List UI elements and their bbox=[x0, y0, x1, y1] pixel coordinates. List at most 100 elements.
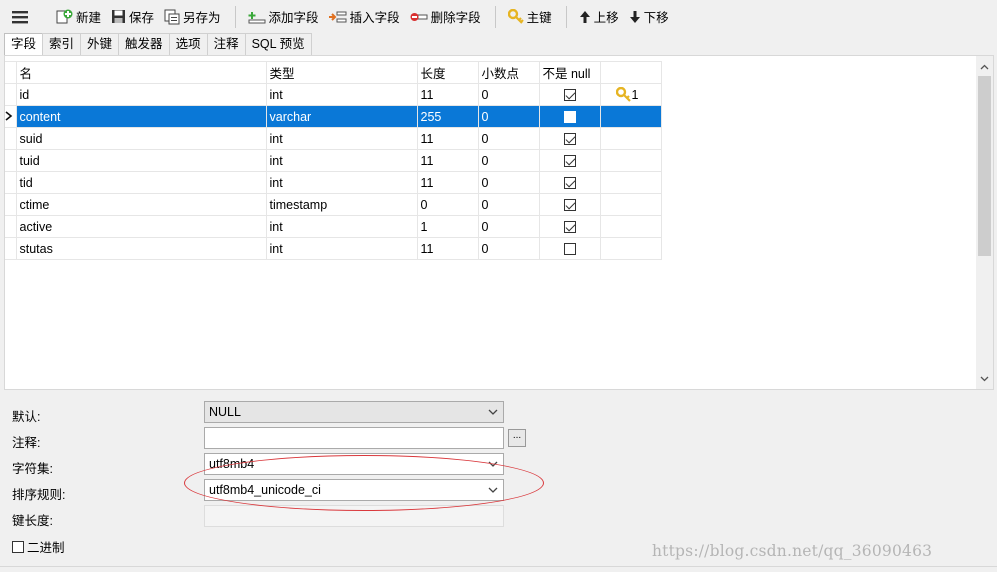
tab-sql-preview[interactable]: SQL 预览 bbox=[244, 33, 312, 55]
field-length-cell[interactable]: 1 bbox=[416, 215, 479, 238]
scroll-up-icon[interactable] bbox=[976, 58, 993, 75]
column-header-not-null[interactable]: 不是 null bbox=[538, 61, 601, 84]
not-null-cell[interactable] bbox=[538, 237, 601, 260]
field-decimals-cell[interactable]: 0 bbox=[477, 171, 540, 194]
field-name-cell[interactable]: tuid bbox=[15, 149, 267, 172]
move-down-button[interactable]: 下移 bbox=[625, 5, 673, 29]
key-cell bbox=[599, 215, 662, 238]
charset-select[interactable]: utf8mb4 bbox=[204, 453, 504, 475]
table-row[interactable]: id int 11 0 1 bbox=[5, 83, 662, 106]
not-null-checkbox[interactable] bbox=[563, 155, 576, 168]
field-type-cell[interactable]: int bbox=[265, 171, 418, 194]
primary-key-icon bbox=[615, 86, 631, 102]
table-row[interactable]: active int 1 0 bbox=[5, 215, 662, 238]
not-null-checkbox[interactable] bbox=[563, 243, 576, 256]
insert-field-button[interactable]: 插入字段 bbox=[325, 5, 404, 29]
binary-checkbox[interactable] bbox=[12, 540, 24, 553]
field-name-cell[interactable]: suid bbox=[15, 127, 267, 150]
not-null-checkbox[interactable] bbox=[563, 199, 576, 212]
field-name-cell[interactable]: ctime bbox=[15, 193, 267, 216]
collation-select[interactable]: utf8mb4_unicode_ci bbox=[204, 479, 504, 501]
field-type-cell[interactable]: int bbox=[265, 83, 418, 106]
add-field-label: 添加字段 bbox=[268, 11, 319, 25]
field-decimals-cell[interactable]: 0 bbox=[477, 127, 540, 150]
scroll-down-icon[interactable] bbox=[976, 370, 993, 387]
field-type-cell[interactable]: timestamp bbox=[265, 193, 418, 216]
menu-icon[interactable] bbox=[8, 5, 32, 29]
field-decimals-cell[interactable]: 0 bbox=[477, 237, 540, 260]
table-row[interactable]: ctime timestamp 0 0 bbox=[5, 193, 662, 216]
field-length-cell[interactable]: 255 bbox=[416, 105, 479, 128]
not-null-cell[interactable] bbox=[538, 149, 601, 172]
tab-foreign-keys[interactable]: 外键 bbox=[80, 33, 120, 55]
key-cell bbox=[599, 237, 662, 260]
column-header-decimals[interactable]: 小数点 bbox=[477, 61, 540, 84]
not-null-cell[interactable] bbox=[538, 171, 601, 194]
save-button[interactable]: 保存 bbox=[107, 5, 158, 29]
scrollbar-thumb[interactable] bbox=[978, 76, 991, 256]
move-up-button[interactable]: 上移 bbox=[575, 5, 623, 29]
field-decimals-cell[interactable]: 0 bbox=[477, 193, 540, 216]
binary-label: 二进制 bbox=[27, 541, 65, 555]
tab-triggers[interactable]: 触发器 bbox=[118, 33, 170, 55]
column-header-length[interactable]: 长度 bbox=[416, 61, 479, 84]
primary-key-button[interactable]: 主键 bbox=[504, 5, 556, 29]
vertical-scrollbar[interactable] bbox=[976, 56, 993, 389]
not-null-checkbox[interactable] bbox=[563, 133, 576, 146]
field-name-cell[interactable]: id bbox=[15, 83, 267, 106]
tab-comment[interactable]: 注释 bbox=[206, 33, 246, 55]
field-name-cell[interactable]: active bbox=[15, 215, 267, 238]
field-decimals-cell[interactable]: 0 bbox=[477, 215, 540, 238]
key-cell bbox=[599, 105, 662, 128]
not-null-checkbox[interactable] bbox=[563, 89, 576, 102]
not-null-checkbox[interactable] bbox=[563, 111, 576, 124]
move-down-label: 下移 bbox=[643, 11, 669, 25]
field-decimals-cell[interactable]: 0 bbox=[477, 105, 540, 128]
key-length-input[interactable] bbox=[204, 505, 504, 527]
field-length-cell[interactable]: 11 bbox=[416, 171, 479, 194]
comment-edit-button[interactable]: ... bbox=[508, 429, 526, 447]
field-length-cell[interactable]: 11 bbox=[416, 149, 479, 172]
field-name-cell[interactable]: stutas bbox=[15, 237, 267, 260]
insert-field-icon bbox=[328, 11, 347, 22]
field-type-cell[interactable]: varchar bbox=[265, 105, 418, 128]
tab-fields[interactable]: 字段 bbox=[4, 33, 44, 56]
not-null-cell[interactable] bbox=[538, 127, 601, 150]
field-type-cell[interactable]: int bbox=[265, 127, 418, 150]
column-header-name[interactable]: 名 bbox=[15, 61, 267, 84]
tab-indexes[interactable]: 索引 bbox=[42, 33, 82, 55]
tab-options[interactable]: 选项 bbox=[168, 33, 208, 55]
field-length-cell[interactable]: 11 bbox=[416, 83, 479, 106]
field-name-cell[interactable]: tid bbox=[15, 171, 267, 194]
default-select[interactable]: NULL bbox=[204, 401, 504, 423]
field-length-cell[interactable]: 0 bbox=[416, 193, 479, 216]
field-decimals-cell[interactable]: 0 bbox=[477, 83, 540, 106]
add-field-button[interactable]: 添加字段 bbox=[244, 5, 323, 29]
delete-field-button[interactable]: 删除字段 bbox=[406, 5, 485, 29]
binary-option[interactable]: 二进制 bbox=[12, 537, 65, 556]
field-length-cell[interactable]: 11 bbox=[416, 127, 479, 150]
table-row-selected[interactable]: content varchar 255 0 bbox=[5, 105, 662, 128]
table-row[interactable]: stutas int 11 0 bbox=[5, 237, 662, 260]
field-type-cell[interactable]: int bbox=[265, 149, 418, 172]
field-type-cell[interactable]: int bbox=[265, 215, 418, 238]
field-name-cell[interactable]: content bbox=[15, 105, 267, 128]
column-header-type[interactable]: 类型 bbox=[265, 61, 418, 84]
comment-input[interactable] bbox=[204, 427, 504, 449]
save-as-button[interactable]: 另存为 bbox=[160, 5, 225, 29]
not-null-cell[interactable] bbox=[538, 105, 601, 128]
not-null-cell[interactable] bbox=[538, 83, 601, 106]
not-null-checkbox[interactable] bbox=[563, 177, 576, 190]
field-type-cell[interactable]: int bbox=[265, 237, 418, 260]
not-null-checkbox[interactable] bbox=[563, 221, 576, 234]
field-decimals-cell[interactable]: 0 bbox=[477, 149, 540, 172]
table-row[interactable]: suid int 11 0 bbox=[5, 127, 662, 150]
new-button[interactable]: 新建 bbox=[52, 5, 105, 29]
charset-label: 字符集: bbox=[12, 462, 53, 476]
field-length-cell[interactable]: 11 bbox=[416, 237, 479, 260]
table-row[interactable]: tid int 11 0 bbox=[5, 171, 662, 194]
not-null-cell[interactable] bbox=[538, 193, 601, 216]
key-cell bbox=[599, 193, 662, 216]
table-row[interactable]: tuid int 11 0 bbox=[5, 149, 662, 172]
not-null-cell[interactable] bbox=[538, 215, 601, 238]
